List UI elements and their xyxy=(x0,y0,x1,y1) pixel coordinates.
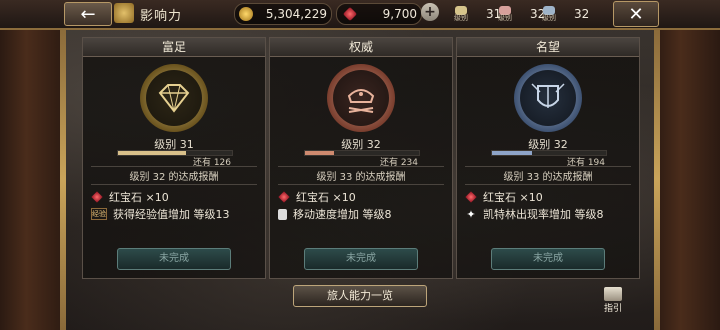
crown-icon xyxy=(347,89,375,113)
boot-icon xyxy=(278,208,287,220)
divider xyxy=(278,166,444,167)
top-bar: ← 影响力 5,304,229 9,700 + 级别 31 级别 32 级别 3… xyxy=(0,0,720,30)
ruby-icon xyxy=(278,191,290,203)
guide-label: 指引 xyxy=(603,304,622,314)
add-gems-button[interactable]: + xyxy=(421,3,439,21)
divider xyxy=(91,184,257,185)
gold-counter: 5,304,229 xyxy=(234,3,332,25)
reward-title: 级别 33 的达成报酬 xyxy=(316,172,406,183)
ruby-icon xyxy=(465,191,477,203)
progress-fill xyxy=(305,151,334,155)
close-icon: ✕ xyxy=(628,3,644,25)
reward-ruby: 红宝石 ×10 xyxy=(465,189,543,205)
gem-counter: 9,700 xyxy=(336,3,422,25)
card-title: 权威 xyxy=(270,38,452,57)
wealth-emblem-icon xyxy=(140,64,208,132)
fame-level-value: 32 xyxy=(574,7,590,21)
incomplete-button[interactable]: 未完成 xyxy=(491,248,605,270)
wealth-level-stat: 级别 31 xyxy=(454,6,502,22)
paw-icon: ✦ xyxy=(466,207,476,221)
reward-ruby: 红宝石 ×10 xyxy=(91,189,169,205)
ruby-icon xyxy=(91,191,103,203)
card-title: 富足 xyxy=(83,38,265,57)
influence-icon xyxy=(114,3,134,23)
authority-card: 权威 级别 32 还有 234 级别 33 的达成报酬 红宝石 ×10 移动速度… xyxy=(269,37,453,279)
reward-title: 级别 32 的达成报酬 xyxy=(129,172,219,183)
authority-level-stat: 级别 32 xyxy=(498,6,546,22)
guide-book-icon xyxy=(604,287,622,301)
close-button[interactable]: ✕ xyxy=(613,1,659,27)
shield-icon xyxy=(531,83,565,108)
reward-buff: 移动速度增加 等级8 xyxy=(278,206,392,222)
wealth-card: 富足 级别 31 还有 126 级别 32 的达成报酬 红宝石 ×10 经验 获… xyxy=(82,37,266,279)
divider xyxy=(91,166,257,167)
gold-value: 5,304,229 xyxy=(265,7,327,21)
ruby-icon xyxy=(342,6,358,22)
reward-buff: 经验 获得经验值增加 等级13 xyxy=(91,208,230,221)
incomplete-button[interactable]: 未完成 xyxy=(117,248,231,270)
fame-level-stat: 级别 32 xyxy=(542,6,590,22)
diamond-icon xyxy=(158,84,190,113)
reward-buff: ✦ 凯特林出现率增加 等级8 xyxy=(466,207,604,222)
left-frame xyxy=(0,28,66,330)
authority-emblem-icon xyxy=(327,64,395,132)
reward-title: 级别 33 的达成报酬 xyxy=(503,172,593,183)
incomplete-button[interactable]: 未完成 xyxy=(304,248,418,270)
page-title: 影响力 xyxy=(140,9,183,24)
back-button[interactable]: ← xyxy=(64,2,112,26)
traveler-ability-list-button[interactable]: 旅人能力一览 xyxy=(293,285,427,307)
back-arrow-icon: ← xyxy=(80,3,96,25)
progress-fill xyxy=(118,151,187,155)
card-title: 名望 xyxy=(457,38,639,57)
progress-fill xyxy=(492,151,532,155)
right-frame xyxy=(654,28,720,330)
exp-icon: 经验 xyxy=(91,208,107,220)
reward-ruby: 红宝石 ×10 xyxy=(278,189,356,205)
gold-coin-icon xyxy=(239,7,253,21)
fame-card: 名望 级别 32 还有 194 级别 33 的达成报酬 红宝石 ×10 ✦ 凯特… xyxy=(456,37,640,279)
divider xyxy=(465,166,631,167)
divider xyxy=(465,184,631,185)
fame-emblem-icon xyxy=(514,64,582,132)
guide-button[interactable]: 指引 xyxy=(600,287,626,317)
divider xyxy=(278,184,444,185)
gem-value: 9,700 xyxy=(382,7,417,21)
